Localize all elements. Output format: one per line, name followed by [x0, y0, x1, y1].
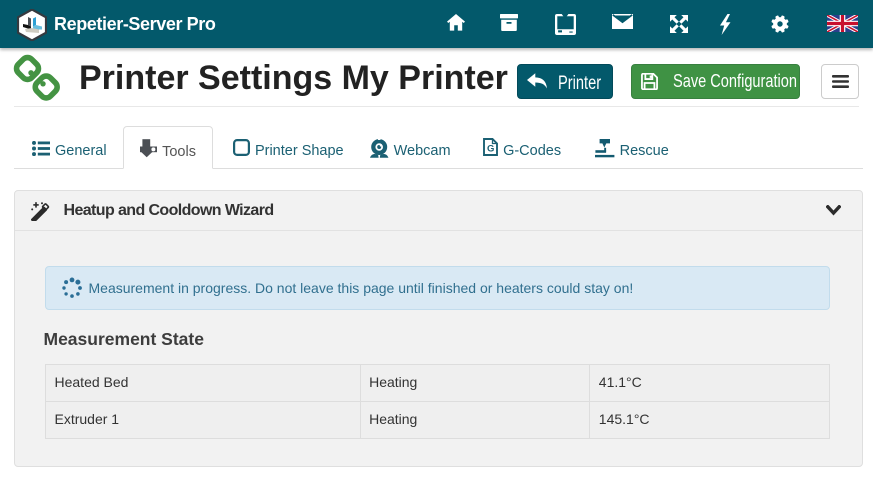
svg-text:G: G	[487, 143, 494, 154]
